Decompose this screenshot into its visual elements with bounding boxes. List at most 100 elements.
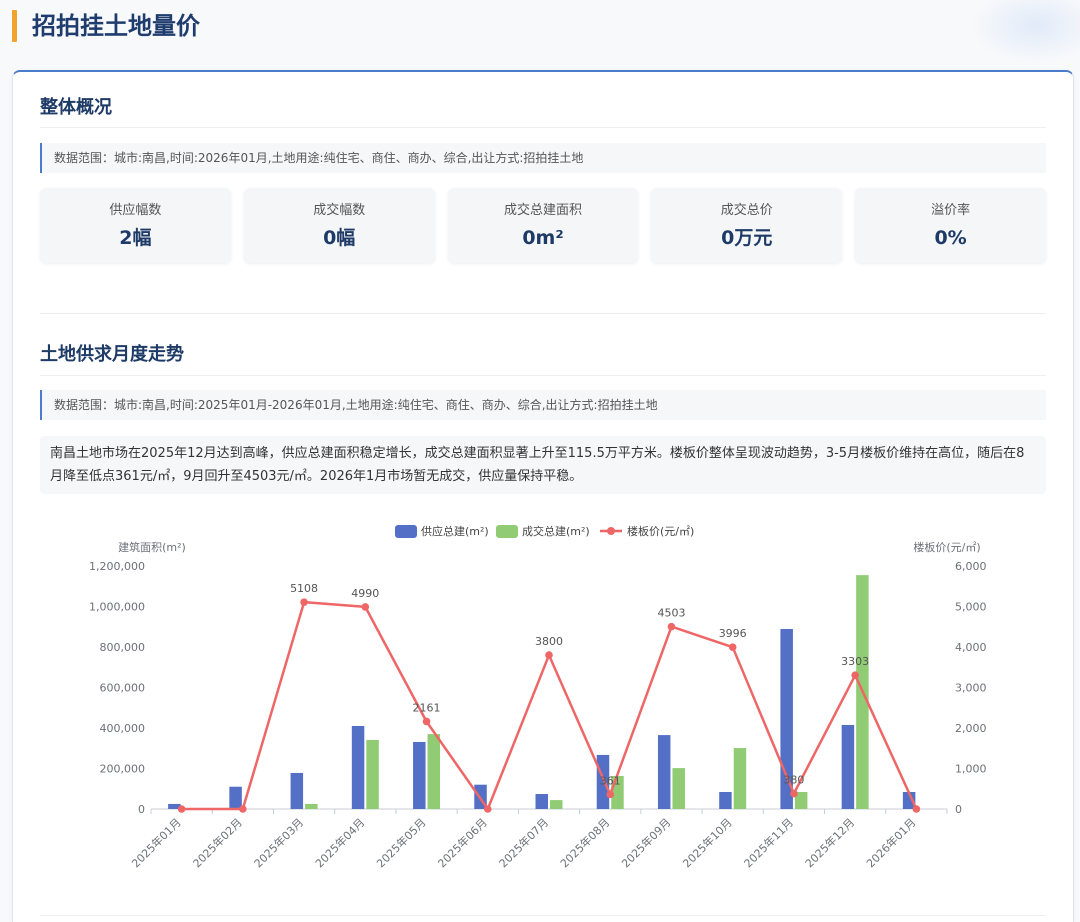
price-point[interactable] <box>728 643 737 651</box>
y-tick-label-left: 1,000,000 <box>89 601 145 614</box>
x-tick-label: 2025年03月 <box>251 815 306 870</box>
price-point[interactable] <box>422 717 431 726</box>
price-data-label: 380 <box>783 774 804 787</box>
overview-data-range: 数据范围：城市:南昌,时间:2026年01月,土地用途:纯住宅、商住、商办、综合… <box>40 143 1046 173</box>
x-tick-label: 2025年02月 <box>190 815 245 870</box>
stat-premium-rate: 溢价率 0% <box>855 188 1046 263</box>
y-tick-label-left: 400,000 <box>100 722 146 735</box>
stat-value: 2幅 <box>119 227 152 249</box>
content-card: 整体概况 数据范围：城市:南昌,时间:2026年01月,土地用途:纯住宅、商住、… <box>12 70 1074 922</box>
price-data-label: 2161 <box>413 701 441 714</box>
legend-swatch-price-dot <box>607 527 615 535</box>
trend-section: 土地供求月度走势 数据范围：城市:南昌,时间:2025年01月-2026年01月… <box>40 343 1046 916</box>
chart-legend: 供应总建(m²) 成交总建(m²) 楼板价(元/㎡) <box>395 524 694 538</box>
y-tick-label-right: 2,000 <box>955 722 987 735</box>
trend-summary: 南昌土地市场在2025年12月达到高峰，供应总建面积稳定增长，成交总建面积显著上… <box>40 436 1046 494</box>
y-tick-label-right: 5,000 <box>955 601 987 614</box>
deal-area-bar[interactable] <box>305 803 318 809</box>
price-point[interactable] <box>606 790 615 799</box>
x-tick-label: 2025年09月 <box>618 815 673 870</box>
x-tick-label: 2025年01月 <box>129 815 184 870</box>
price-point[interactable] <box>851 671 859 680</box>
x-tick-label: 2026年01月 <box>863 815 918 870</box>
stat-label: 成交总建面积 <box>503 203 582 218</box>
legend-label-price: 楼板价(元/㎡) <box>627 524 694 538</box>
price-data-label: 3800 <box>535 635 563 648</box>
supply-area-bar[interactable] <box>290 772 304 809</box>
chart-canvas: 供应总建(m²) 成交总建(m²) 楼板价(元/㎡) 建筑面积(m²) 楼板价(… <box>89 524 986 870</box>
deal-area-bar[interactable] <box>672 768 685 809</box>
supply-area-bar[interactable] <box>841 724 855 809</box>
legend-label-deal: 成交总建(m²) <box>522 524 590 538</box>
price-point[interactable] <box>239 805 247 813</box>
deal-area-bar[interactable] <box>550 800 563 809</box>
y-tick-label-left: 200,000 <box>100 763 146 776</box>
x-tick-label: 2025年08月 <box>557 815 612 870</box>
supply-area-bar[interactable] <box>351 725 365 809</box>
supply-area-bar[interactable] <box>719 791 732 809</box>
legend-swatch-supply <box>395 525 417 538</box>
stat-supply-count: 供应幅数 2幅 <box>40 188 231 263</box>
x-tick-label: 2025年07月 <box>496 815 551 870</box>
price-point[interactable] <box>545 651 553 659</box>
supply-area-bar[interactable] <box>413 741 426 809</box>
stat-value: 0万元 <box>721 227 773 249</box>
legend-item-supply[interactable]: 供应总建(m²) <box>395 524 489 538</box>
y-tick-label-left: 0 <box>138 803 145 816</box>
deal-area-bar[interactable] <box>366 739 379 809</box>
supply-area-bar[interactable] <box>535 794 549 809</box>
overview-section: 整体概况 数据范围：城市:南昌,时间:2026年01月,土地用途:纯住宅、商住、… <box>40 96 1046 263</box>
price-point[interactable] <box>361 603 370 611</box>
stat-value: 0幅 <box>323 227 356 249</box>
y-tick-label-right: 4,000 <box>955 641 987 654</box>
price-point[interactable] <box>483 805 492 813</box>
price-point[interactable] <box>300 598 308 606</box>
legend-item-price[interactable]: 楼板价(元/㎡) <box>600 524 694 538</box>
deal-area-bar[interactable] <box>733 748 747 809</box>
x-tick-label: 2025年04月 <box>312 815 367 870</box>
section-divider <box>40 313 1046 314</box>
stat-deal-count: 成交幅数 0幅 <box>243 188 435 263</box>
stat-label: 成交总价 <box>720 203 773 218</box>
supply-area-bar[interactable] <box>229 786 242 809</box>
trend-data-range: 数据范围：城市:南昌,时间:2025年01月-2026年01月,土地用途:纯住宅… <box>40 390 1046 420</box>
right-axis-title: 楼板价(元/㎡) <box>913 540 980 554</box>
price-data-label: 5108 <box>290 582 318 595</box>
y-tick-label-right: 0 <box>955 803 962 816</box>
chart-price-line <box>177 598 921 813</box>
stat-label: 供应幅数 <box>109 203 162 218</box>
left-axis-title: 建筑面积(m²) <box>118 540 186 554</box>
price-data-label: 3303 <box>841 655 869 668</box>
price-data-label: 361 <box>600 774 621 787</box>
x-tick-label: 2025年10月 <box>680 815 735 870</box>
stat-value: 0% <box>934 227 967 249</box>
x-tick-label: 2025年12月 <box>802 815 857 870</box>
y-tick-label-right: 3,000 <box>955 682 987 695</box>
supply-area-bar[interactable] <box>657 735 671 809</box>
price-point[interactable] <box>667 622 676 631</box>
stat-label: 溢价率 <box>931 203 971 218</box>
y-tick-label-left: 800,000 <box>100 641 146 654</box>
y-tick-label-right: 6,000 <box>955 560 987 573</box>
stat-value: 0m² <box>522 227 564 249</box>
chart-axes: 0 200,000 400,000 600,000 800,000 1,000,000 1,… <box>89 560 986 870</box>
stat-deal-total-price: 成交总价 0万元 <box>651 188 843 263</box>
price-point[interactable] <box>912 805 921 813</box>
header-decoration <box>970 0 1080 64</box>
deal-area-bar[interactable] <box>427 734 441 809</box>
x-tick-label: 2025年11月 <box>741 815 796 870</box>
x-tick-label: 2025年05月 <box>374 815 429 870</box>
stat-label: 成交幅数 <box>313 203 366 218</box>
price-point[interactable] <box>790 789 798 798</box>
title-accent-bar <box>12 10 17 42</box>
y-tick-label-left: 600,000 <box>100 682 146 695</box>
price-data-label: 3996 <box>719 627 747 640</box>
stat-deal-area: 成交总建面积 0m² <box>447 188 639 263</box>
x-tick-label: 2025年06月 <box>435 815 490 870</box>
legend-label-supply: 供应总建(m²) <box>421 524 489 538</box>
price-point[interactable] <box>177 805 186 813</box>
overview-stats: 供应幅数 2幅 成交幅数 0幅 成交总建面积 0m² 成交总价 0万元 溢价率 <box>40 188 1046 263</box>
price-data-label: 4990 <box>351 587 379 600</box>
overview-heading: 整体概况 <box>40 96 1046 128</box>
legend-item-deal[interactable]: 成交总建(m²) <box>496 524 590 538</box>
